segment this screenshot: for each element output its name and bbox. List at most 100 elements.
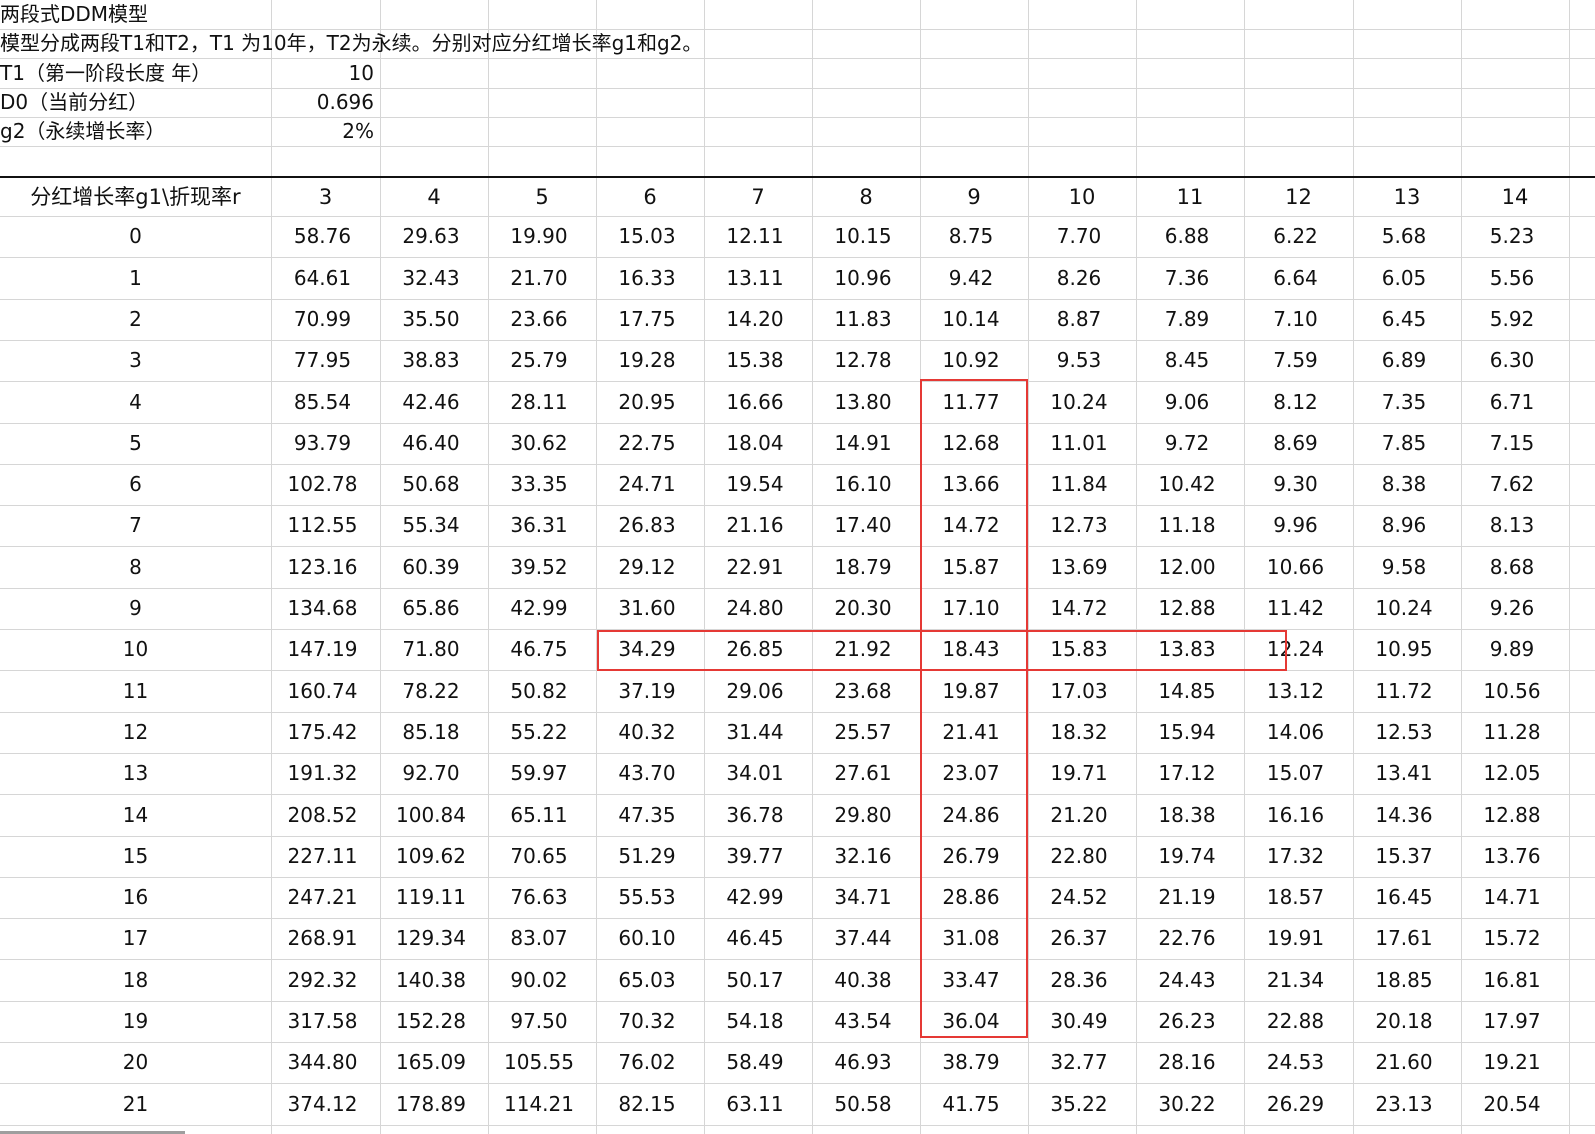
value-cell[interactable]: 11.42 (1244, 588, 1347, 629)
value-cell[interactable]: 17.12 (1136, 753, 1238, 794)
value-cell[interactable]: 9.06 (1136, 381, 1238, 423)
value-cell[interactable]: 19.28 (596, 340, 698, 381)
value-cell[interactable]: 21.60 (1353, 1042, 1455, 1083)
value-cell[interactable]: 13.11 (704, 257, 806, 299)
value-cell[interactable]: 17.61 (1353, 918, 1455, 959)
value-cell[interactable]: 9.89 (1461, 629, 1563, 670)
growth-rate-label[interactable]: 3 (0, 340, 271, 381)
value-cell[interactable]: 60.39 (380, 546, 482, 588)
discount-rate-header[interactable]: 6 (596, 178, 704, 216)
growth-rate-label[interactable]: 9 (0, 588, 271, 629)
value-cell[interactable]: 65.03 (596, 959, 698, 1001)
value-cell[interactable]: 7.62 (1461, 464, 1563, 505)
value-cell[interactable]: 8.75 (920, 216, 1022, 257)
value-cell[interactable]: 85.18 (380, 712, 482, 753)
value-cell[interactable]: 16.45 (1353, 877, 1455, 918)
value-cell[interactable]: 47.35 (596, 794, 698, 836)
value-cell[interactable]: 50.68 (380, 464, 482, 505)
value-cell[interactable]: 71.80 (380, 629, 482, 670)
sheet-subtitle[interactable]: 模型分成两段T1和T2，T1 为10年，T2为永续。分别对应分红增长率g1和g2… (0, 29, 702, 58)
value-cell[interactable]: 15.07 (1244, 753, 1347, 794)
value-cell[interactable]: 9.58 (1353, 546, 1455, 588)
value-cell[interactable]: 65.86 (380, 588, 482, 629)
value-cell[interactable]: 12.53 (1353, 712, 1455, 753)
value-cell[interactable]: 51.29 (596, 836, 698, 877)
value-cell[interactable]: 28.16 (1136, 1042, 1238, 1083)
value-cell[interactable]: 70.99 (271, 299, 374, 340)
value-cell[interactable]: 227.11 (271, 836, 374, 877)
value-cell[interactable]: 15.03 (596, 216, 698, 257)
value-cell[interactable]: 19.74 (1136, 836, 1238, 877)
value-cell[interactable]: 6.22 (1244, 216, 1347, 257)
value-cell[interactable]: 24.86 (920, 794, 1022, 836)
discount-rate-header[interactable]: 14 (1461, 178, 1569, 216)
growth-rate-label[interactable]: 14 (0, 794, 271, 836)
value-cell[interactable]: 24.53 (1244, 1042, 1347, 1083)
value-cell[interactable]: 28.36 (1028, 959, 1130, 1001)
value-cell[interactable]: 63.11 (704, 1083, 806, 1125)
value-cell[interactable]: 64.61 (271, 257, 374, 299)
value-cell[interactable]: 15.87 (920, 546, 1022, 588)
value-cell[interactable]: 134.68 (271, 588, 374, 629)
growth-rate-label[interactable]: 16 (0, 877, 271, 918)
value-cell[interactable]: 39.52 (488, 546, 590, 588)
value-cell[interactable]: 92.70 (380, 753, 482, 794)
value-cell[interactable]: 12.78 (812, 340, 914, 381)
growth-rate-label[interactable]: 8 (0, 546, 271, 588)
value-cell[interactable]: 9.42 (920, 257, 1022, 299)
value-cell[interactable]: 14.72 (920, 505, 1022, 546)
value-cell[interactable]: 33.35 (488, 464, 590, 505)
discount-rate-header[interactable]: 10 (1028, 178, 1136, 216)
param-label[interactable]: g2（永续增长率） (0, 117, 271, 146)
value-cell[interactable]: 12.00 (1136, 546, 1238, 588)
value-cell[interactable]: 76.02 (596, 1042, 698, 1083)
value-cell[interactable]: 6.45 (1353, 299, 1455, 340)
value-cell[interactable]: 11.72 (1353, 670, 1455, 712)
value-cell[interactable]: 8.87 (1028, 299, 1130, 340)
value-cell[interactable]: 8.13 (1461, 505, 1563, 546)
param-label[interactable]: T1（第一阶段长度 年） (0, 58, 271, 88)
value-cell[interactable]: 16.33 (596, 257, 698, 299)
value-cell[interactable]: 55.34 (380, 505, 482, 546)
value-cell[interactable]: 8.38 (1353, 464, 1455, 505)
value-cell[interactable]: 10.96 (812, 257, 914, 299)
value-cell[interactable]: 46.45 (704, 918, 806, 959)
value-cell[interactable]: 38.83 (380, 340, 482, 381)
discount-rate-header[interactable]: 13 (1353, 178, 1461, 216)
discount-rate-header[interactable]: 12 (1244, 178, 1353, 216)
value-cell[interactable]: 70.65 (488, 836, 590, 877)
value-cell[interactable]: 19.91 (1244, 918, 1347, 959)
growth-rate-label[interactable]: 18 (0, 959, 271, 1001)
value-cell[interactable]: 83.07 (488, 918, 590, 959)
value-cell[interactable]: 82.15 (596, 1083, 698, 1125)
value-cell[interactable]: 16.10 (812, 464, 914, 505)
value-cell[interactable]: 13.66 (920, 464, 1022, 505)
value-cell[interactable]: 14.85 (1136, 670, 1238, 712)
value-cell[interactable]: 21.34 (1244, 959, 1347, 1001)
value-cell[interactable]: 42.46 (380, 381, 482, 423)
value-cell[interactable]: 46.93 (812, 1042, 914, 1083)
value-cell[interactable]: 8.68 (1461, 546, 1563, 588)
value-cell[interactable]: 21.92 (812, 629, 914, 670)
value-cell[interactable]: 22.76 (1136, 918, 1238, 959)
value-cell[interactable]: 85.54 (271, 381, 374, 423)
value-cell[interactable]: 10.95 (1353, 629, 1455, 670)
value-cell[interactable]: 33.47 (920, 959, 1022, 1001)
value-cell[interactable]: 10.24 (1353, 588, 1455, 629)
value-cell[interactable]: 9.72 (1136, 423, 1238, 464)
value-cell[interactable]: 42.99 (704, 877, 806, 918)
growth-rate-label[interactable]: 12 (0, 712, 271, 753)
value-cell[interactable]: 7.15 (1461, 423, 1563, 464)
value-cell[interactable]: 11.84 (1028, 464, 1130, 505)
value-cell[interactable]: 35.50 (380, 299, 482, 340)
value-cell[interactable]: 114.21 (488, 1083, 590, 1125)
growth-rate-label[interactable]: 6 (0, 464, 271, 505)
value-cell[interactable]: 6.05 (1353, 257, 1455, 299)
value-cell[interactable]: 8.96 (1353, 505, 1455, 546)
value-cell[interactable]: 21.20 (1028, 794, 1130, 836)
value-cell[interactable]: 7.89 (1136, 299, 1238, 340)
value-cell[interactable]: 40.38 (812, 959, 914, 1001)
value-cell[interactable]: 7.59 (1244, 340, 1347, 381)
discount-rate-header[interactable]: 8 (812, 178, 920, 216)
value-cell[interactable]: 26.29 (1244, 1083, 1347, 1125)
